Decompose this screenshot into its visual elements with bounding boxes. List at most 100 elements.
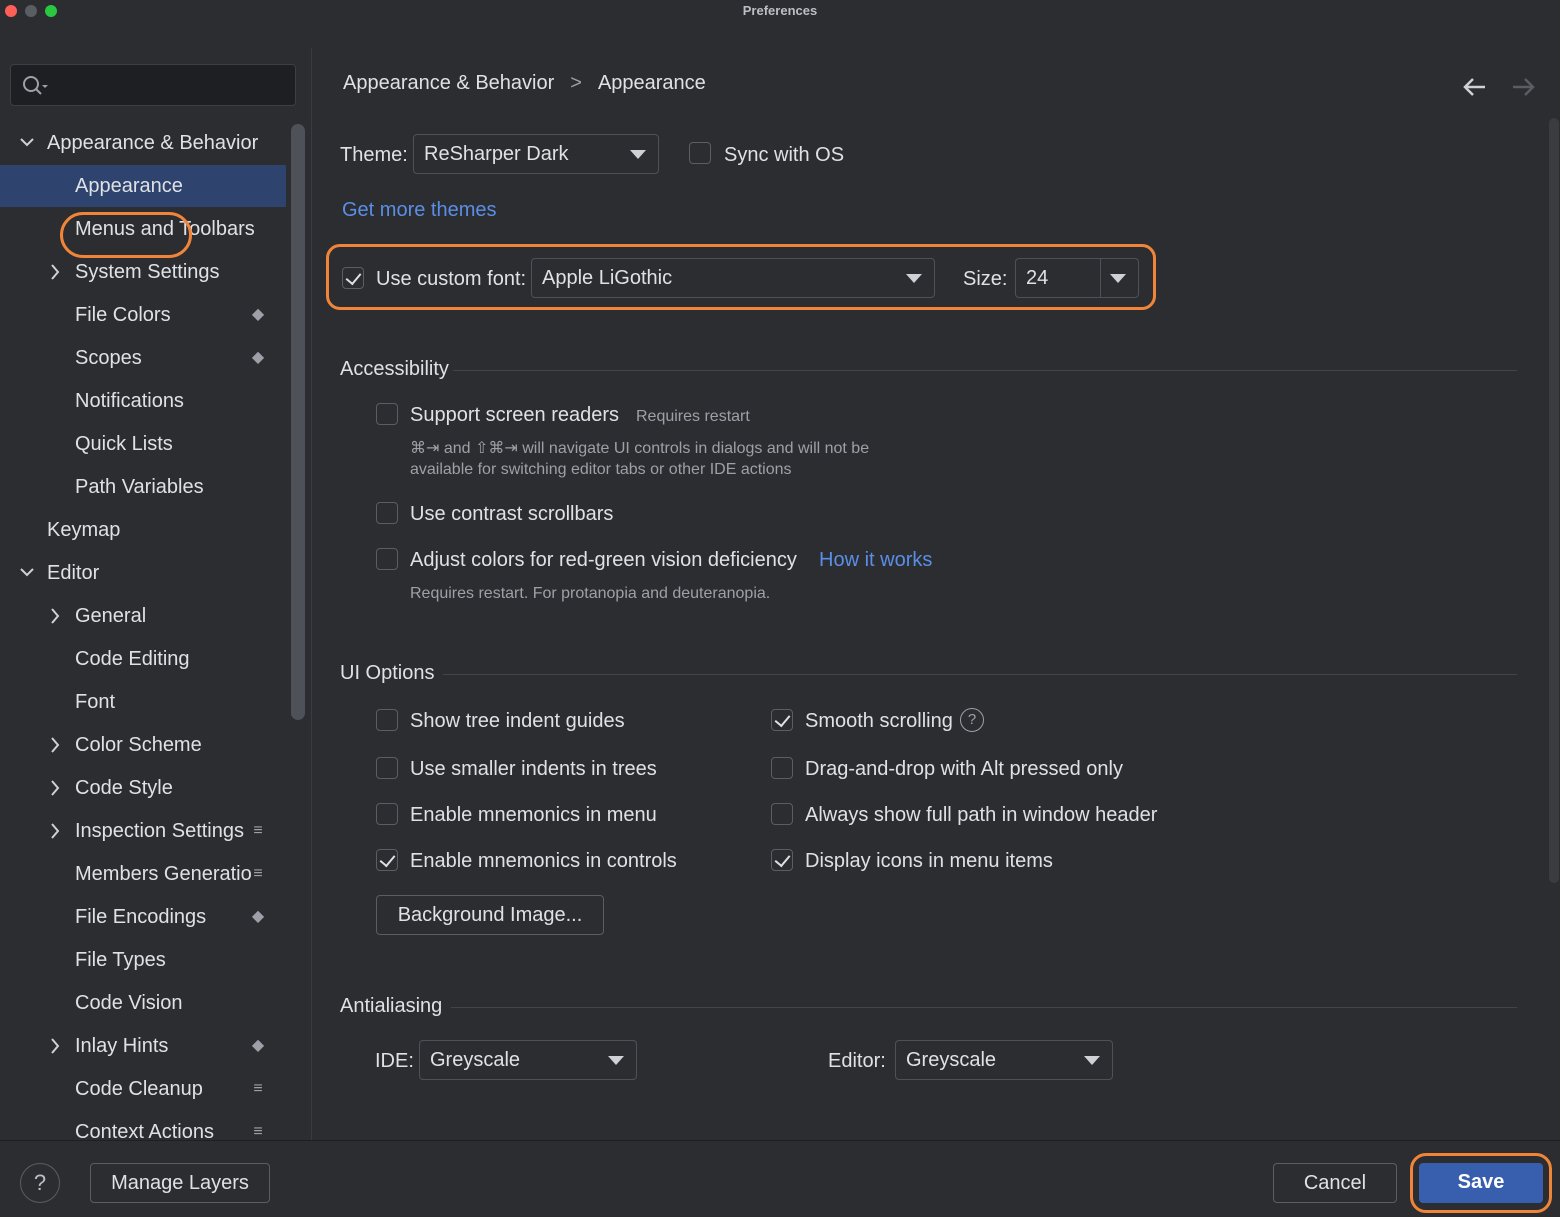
sidebar-item-members-generatio[interactable]: Members Generatio ≡ <box>0 853 286 895</box>
contrast-scrollbars-label: Use contrast scrollbars <box>410 503 614 525</box>
stack-icon: ≡ <box>253 1080 263 1097</box>
theme-value: ReSharper Dark <box>424 143 569 165</box>
font-size-value: 24 <box>1026 267 1049 289</box>
use-smaller-indents-in-trees-checkbox[interactable] <box>376 757 398 779</box>
editor-antialiasing-value: Greyscale <box>906 1049 997 1071</box>
ide-antialiasing-select[interactable]: Greyscale <box>419 1040 637 1080</box>
sidebar-item-notifications[interactable]: Notifications <box>0 380 286 422</box>
sidebar-item-label: Menus and Toolbars <box>75 218 255 240</box>
sidebar-item-context-actions[interactable]: Context Actions ≡ <box>0 1111 286 1140</box>
manage-layers-button[interactable]: Manage Layers <box>90 1163 270 1203</box>
sidebar-item-quick-lists[interactable]: Quick Lists <box>0 423 286 465</box>
size-label: Size: <box>963 268 1008 290</box>
sidebar-item-appearance-behavior[interactable]: Appearance & Behavior <box>0 122 286 164</box>
sidebar-item-label: Quick Lists <box>75 433 173 455</box>
display-icons-in-menu-items-checkbox[interactable] <box>771 849 793 871</box>
background-image-button[interactable]: Background Image... <box>376 895 604 935</box>
custom-font-checkbox[interactable] <box>342 267 364 289</box>
sidebar-item-label: Inspection Settings <box>75 820 244 842</box>
display-icons-in-menu-items-label: Display icons in menu items <box>805 850 1053 872</box>
sidebar-item-file-encodings[interactable]: File Encodings ◆ <box>0 896 286 938</box>
sidebar-item-code-style[interactable]: Code Style <box>0 767 286 809</box>
sidebar-item-label: Appearance <box>75 175 183 197</box>
sidebar-item-label: Path Variables <box>75 476 204 498</box>
help-button[interactable]: ? <box>20 1163 60 1203</box>
screen-readers-hint-2: available for switching editor tabs or o… <box>410 461 792 478</box>
sidebar-item-code-cleanup[interactable]: Code Cleanup ≡ <box>0 1068 286 1110</box>
chevron-right-icon[interactable] <box>47 595 63 637</box>
editor-antialiasing-select[interactable]: Greyscale <box>895 1040 1113 1080</box>
chevron-right-icon: > <box>570 72 582 94</box>
content-scrollbar[interactable] <box>1549 118 1559 883</box>
sidebar-item-system-settings[interactable]: System Settings <box>0 251 286 293</box>
sidebar-scrollbar[interactable] <box>290 124 306 720</box>
always-show-full-path-in-window-header-checkbox[interactable] <box>771 803 793 825</box>
sidebar-item-appearance[interactable]: Appearance <box>0 165 286 207</box>
smooth-scrolling-checkbox[interactable] <box>771 709 793 731</box>
font-select[interactable]: Apple LiGothic <box>531 258 935 298</box>
accessibility-title: Accessibility <box>340 358 449 380</box>
sidebar-item-color-scheme[interactable]: Color Scheme <box>0 724 286 766</box>
sidebar-item-code-editing[interactable]: Code Editing <box>0 638 286 680</box>
enable-mnemonics-in-controls-checkbox[interactable] <box>376 849 398 871</box>
screen-readers-label: Support screen readers <box>410 404 620 426</box>
screen-readers-hint-1: ⌘⇥ and ⇧⌘⇥ will navigate UI controls in … <box>410 440 870 457</box>
sidebar-item-file-colors[interactable]: File Colors ◆ <box>0 294 286 336</box>
sidebar-item-label: Editor <box>47 562 100 584</box>
stack-icon: ≡ <box>253 1123 263 1140</box>
sidebar-item-inlay-hints[interactable]: Inlay Hints ◆ <box>0 1025 286 1067</box>
font-size-combo[interactable]: 24 <box>1015 258 1139 298</box>
get-more-themes-link[interactable]: Get more themes <box>342 199 497 222</box>
chevron-right-icon[interactable] <box>47 1025 63 1067</box>
forward-arrow-icon[interactable] <box>1509 74 1537 100</box>
cancel-button[interactable]: Cancel <box>1273 1163 1397 1203</box>
chevron-down-icon[interactable] <box>19 122 35 164</box>
help-icon[interactable]: ? <box>960 708 984 732</box>
sidebar-item-general[interactable]: General <box>0 595 286 637</box>
sidebar-item-scopes[interactable]: Scopes ◆ <box>0 337 286 379</box>
chevron-right-icon[interactable] <box>47 810 63 852</box>
sidebar-item-path-variables[interactable]: Path Variables <box>0 466 286 508</box>
sidebar-item-inspection-settings[interactable]: Inspection Settings ≡ <box>0 810 286 852</box>
screen-readers-checkbox[interactable] <box>376 403 398 425</box>
chevron-right-icon[interactable] <box>47 724 63 766</box>
font-value: Apple LiGothic <box>542 267 673 289</box>
back-arrow-icon[interactable] <box>1461 74 1489 100</box>
theme-select[interactable]: ReSharper Dark <box>413 134 659 174</box>
chevron-right-icon[interactable] <box>47 767 63 809</box>
sync-os-checkbox[interactable] <box>689 142 711 164</box>
sidebar-item-label: Code Vision <box>75 992 183 1014</box>
sidebar-item-keymap[interactable]: Keymap <box>0 509 286 551</box>
dialog-footer: ? Manage Layers Cancel Save <box>0 1140 1560 1217</box>
settings-sidebar: Appearance & Behavior Appearance Menus and… <box>0 48 312 1140</box>
section-divider <box>453 370 1517 371</box>
search-input[interactable] <box>10 64 296 106</box>
sidebar-item-menus-and-toolbars[interactable]: Menus and Toolbars <box>0 208 286 250</box>
chevron-right-icon[interactable] <box>47 251 63 293</box>
sidebar-item-code-vision[interactable]: Code Vision <box>0 982 286 1024</box>
color-deficiency-checkbox[interactable] <box>376 548 398 570</box>
contrast-scrollbars-checkbox[interactable] <box>376 502 398 524</box>
drag-and-drop-with-alt-pressed-only-checkbox[interactable] <box>771 757 793 779</box>
stack-icon: ≡ <box>253 822 263 839</box>
breadcrumb-current: Appearance <box>597 72 706 94</box>
color-deficiency-note: Requires restart. For protanopia and deu… <box>410 585 771 602</box>
sidebar-item-font[interactable]: Font <box>0 681 286 723</box>
how-it-works-link[interactable]: How it works <box>819 549 932 572</box>
drag-and-drop-with-alt-pressed-only-label: Drag-and-drop with Alt pressed only <box>805 758 1123 780</box>
sidebar-item-file-types[interactable]: File Types <box>0 939 286 981</box>
sidebar-item-label: File Types <box>75 949 166 971</box>
show-tree-indent-guides-checkbox[interactable] <box>376 709 398 731</box>
breadcrumb-parent[interactable]: Appearance & Behavior <box>343 72 554 95</box>
enable-mnemonics-in-menu-checkbox[interactable] <box>376 803 398 825</box>
sidebar-item-label: Code Editing <box>75 648 190 670</box>
theme-label: Theme: <box>340 144 408 166</box>
dropdown-arrow-icon <box>608 1056 624 1065</box>
breadcrumb: Appearance & Behavior > Appearance <box>343 72 706 95</box>
chevron-down-icon[interactable] <box>19 552 35 594</box>
sidebar-item-editor[interactable]: Editor <box>0 552 286 594</box>
save-button[interactable]: Save <box>1419 1163 1543 1203</box>
sidebar-item-label: System Settings <box>75 261 220 283</box>
sidebar-item-label: Notifications <box>75 390 184 412</box>
ui-options-title: UI Options <box>340 662 435 684</box>
